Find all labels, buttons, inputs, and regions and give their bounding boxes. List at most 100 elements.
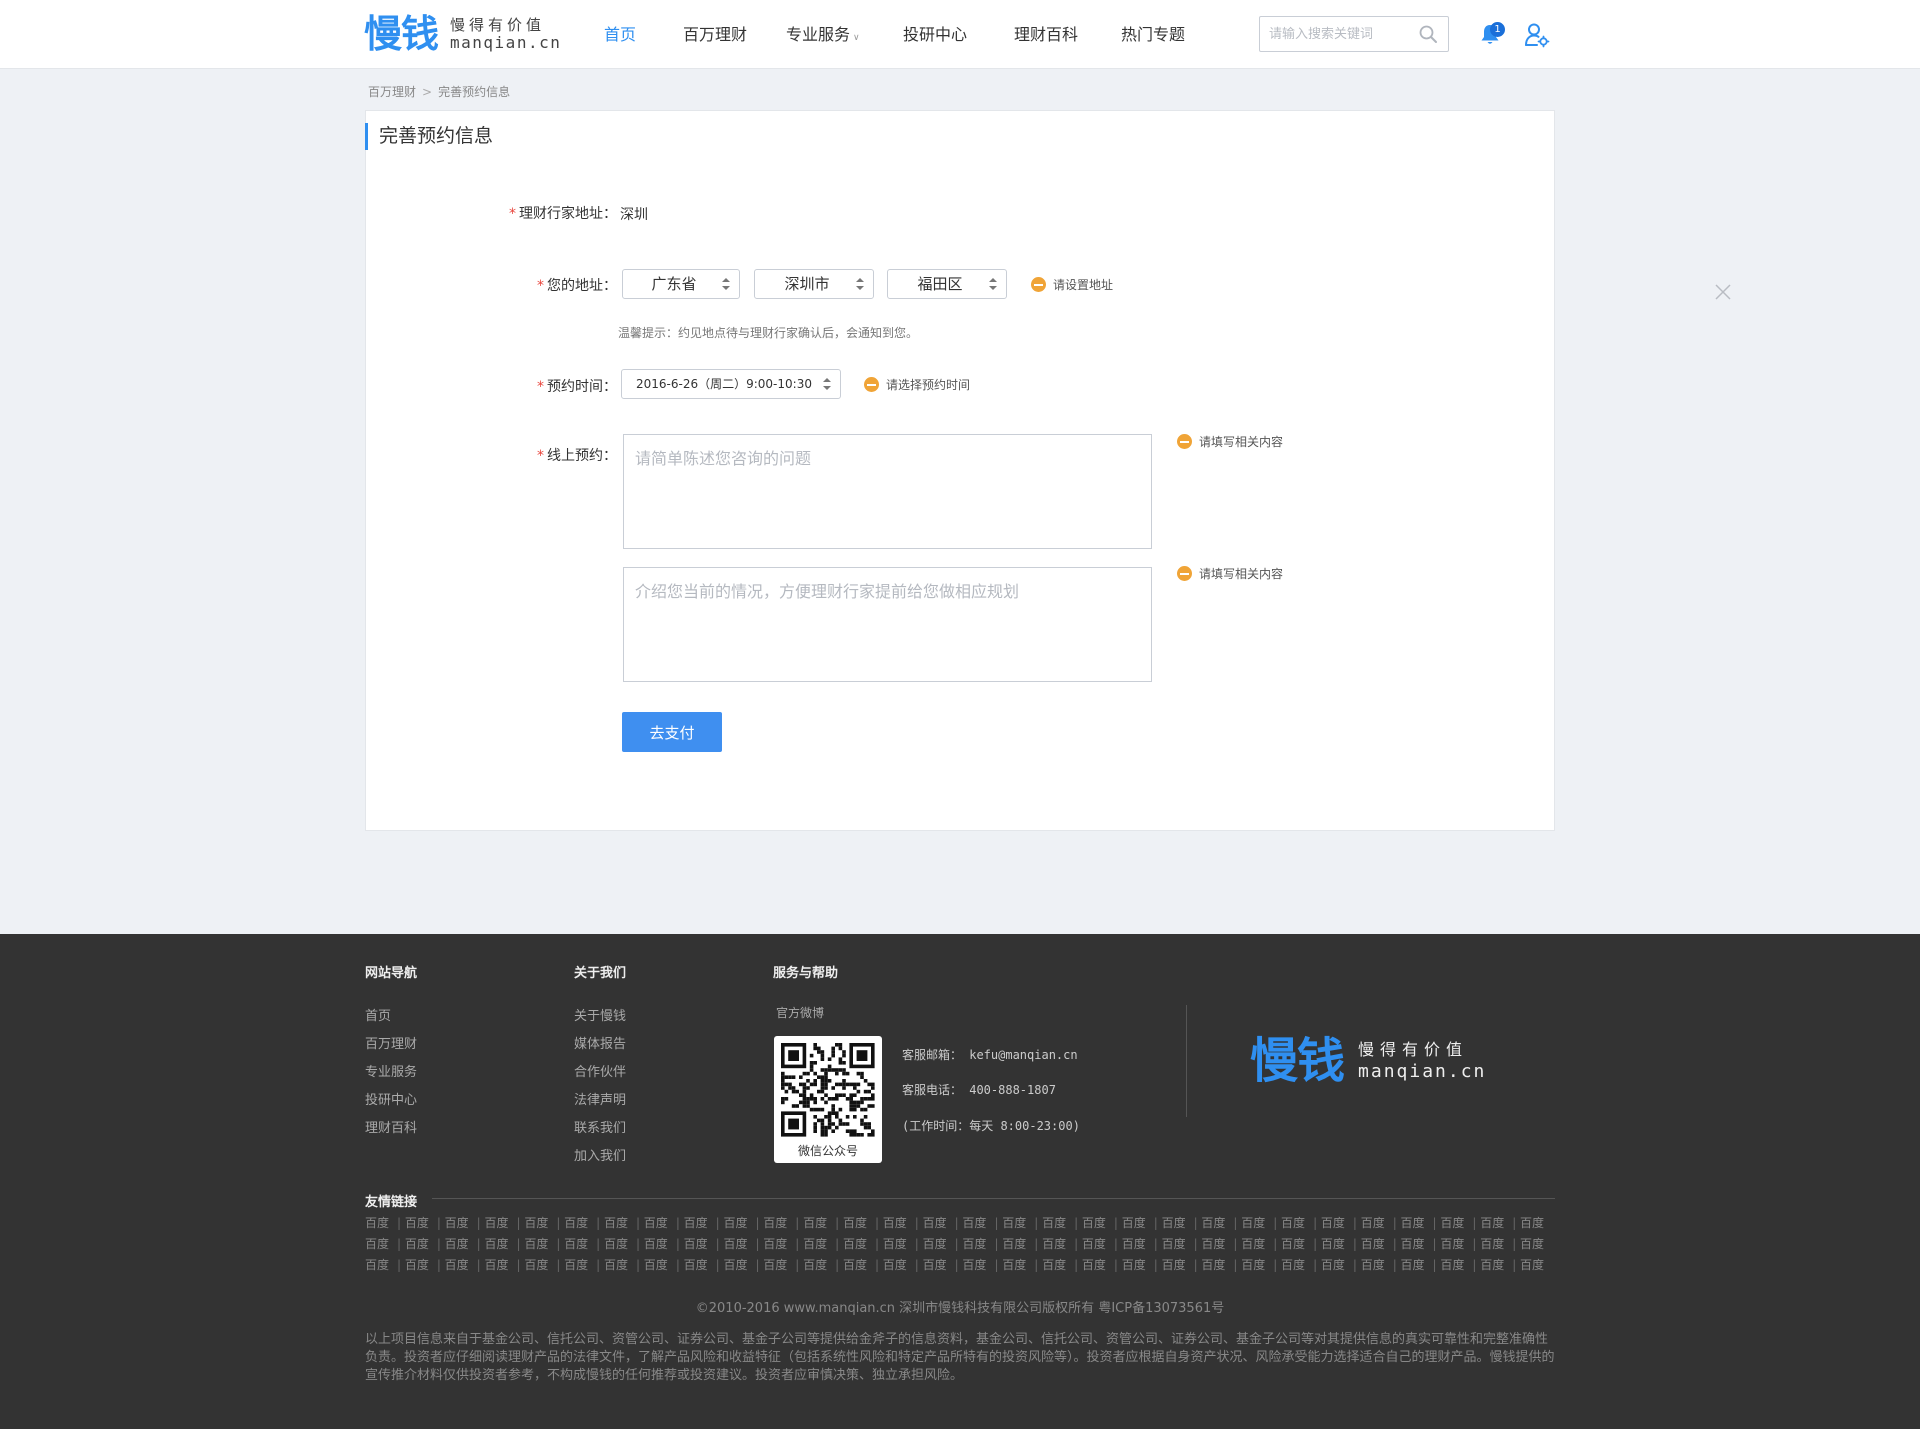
friend-link[interactable]: 百度 — [803, 1235, 843, 1256]
friend-link[interactable]: 百度 — [1002, 1235, 1042, 1256]
friend-link[interactable]: 百度 — [445, 1256, 485, 1277]
nav-item-encyclopedia[interactable]: 理财百科 — [1014, 0, 1078, 69]
friend-link[interactable]: 百度 — [1440, 1256, 1480, 1277]
nav-item-home[interactable]: 首页 — [604, 0, 636, 69]
friend-link[interactable]: 百度 — [405, 1235, 445, 1256]
friend-link[interactable]: 百度 — [843, 1235, 883, 1256]
friend-link[interactable]: 百度 — [405, 1256, 445, 1277]
friend-link[interactable]: 百度 — [1480, 1235, 1520, 1256]
friend-link[interactable]: 百度 — [1042, 1235, 1082, 1256]
city-select[interactable]: 深圳市 — [754, 269, 874, 299]
friend-link[interactable]: 百度 — [843, 1214, 883, 1235]
friend-link[interactable]: 百度 — [923, 1235, 963, 1256]
friend-link[interactable]: 百度 — [1321, 1235, 1361, 1256]
friend-link[interactable]: 百度 — [564, 1214, 604, 1235]
footer-about-link[interactable]: 关于慢钱 — [574, 1005, 626, 1024]
friend-link[interactable]: 百度 — [723, 1235, 763, 1256]
footer-about-link[interactable]: 联系我们 — [574, 1117, 626, 1136]
footer-about-link[interactable]: 合作伙伴 — [574, 1061, 626, 1080]
friend-link[interactable]: 百度 — [1162, 1214, 1202, 1235]
district-select[interactable]: 福田区 — [887, 269, 1007, 299]
search-icon[interactable] — [1418, 24, 1438, 44]
friend-link[interactable]: 百度 — [923, 1214, 963, 1235]
friend-link[interactable]: 百度 — [1122, 1214, 1162, 1235]
footer-about-link[interactable]: 加入我们 — [574, 1145, 626, 1164]
friend-link[interactable]: 百度 — [1281, 1235, 1321, 1256]
province-select[interactable]: 广东省 — [622, 269, 740, 299]
search-input[interactable] — [1260, 17, 1410, 51]
nav-item-pro-services[interactable]: 专业服务 ∨ — [786, 0, 860, 73]
friend-link[interactable]: 百度 — [644, 1214, 684, 1235]
friend-link[interactable]: 百度 — [644, 1256, 684, 1277]
friend-link[interactable]: 百度 — [1520, 1214, 1560, 1235]
friend-link[interactable]: 百度 — [684, 1235, 724, 1256]
friend-link[interactable]: 百度 — [723, 1256, 763, 1277]
friend-link[interactable]: 百度 — [843, 1256, 883, 1277]
friend-link[interactable]: 百度 — [604, 1235, 644, 1256]
friend-link[interactable]: 百度 — [1082, 1235, 1122, 1256]
friend-link[interactable]: 百度 — [1162, 1235, 1202, 1256]
friend-link[interactable]: 百度 — [1201, 1214, 1241, 1235]
footer-about-link[interactable]: 法律声明 — [574, 1089, 626, 1108]
friend-link[interactable]: 百度 — [1241, 1256, 1281, 1277]
pay-button[interactable]: 去支付 — [622, 712, 722, 752]
friend-link[interactable]: 百度 — [1361, 1214, 1401, 1235]
friend-link[interactable]: 百度 — [1520, 1256, 1560, 1277]
footer-nav-link[interactable]: 首页 — [365, 1005, 391, 1024]
weibo-link[interactable]: 官方微博 — [776, 1004, 824, 1021]
friend-link[interactable]: 百度 — [1122, 1256, 1162, 1277]
nav-item-hot-topics[interactable]: 热门专题 — [1121, 0, 1185, 69]
friend-link[interactable]: 百度 — [604, 1256, 644, 1277]
friend-link[interactable]: 百度 — [723, 1214, 763, 1235]
friend-link[interactable]: 百度 — [1201, 1235, 1241, 1256]
friend-link[interactable]: 百度 — [1361, 1256, 1401, 1277]
friend-link[interactable]: 百度 — [484, 1256, 524, 1277]
friend-link[interactable]: 百度 — [1480, 1256, 1520, 1277]
question-textarea[interactable] — [623, 434, 1152, 549]
friend-link[interactable]: 百度 — [883, 1256, 923, 1277]
friend-link[interactable]: 百度 — [365, 1256, 405, 1277]
friend-link[interactable]: 百度 — [763, 1256, 803, 1277]
footer-nav-link[interactable]: 专业服务 — [365, 1061, 417, 1080]
friend-link[interactable]: 百度 — [1401, 1214, 1441, 1235]
friend-link[interactable]: 百度 — [604, 1214, 644, 1235]
friend-link[interactable]: 百度 — [1082, 1256, 1122, 1277]
friend-link[interactable]: 百度 — [763, 1214, 803, 1235]
friend-link[interactable]: 百度 — [405, 1214, 445, 1235]
friend-link[interactable]: 百度 — [1440, 1214, 1480, 1235]
friend-link[interactable]: 百度 — [883, 1235, 923, 1256]
friend-link[interactable]: 百度 — [1122, 1235, 1162, 1256]
site-logo[interactable]: 慢钱 慢得有价值 manqian.cn — [364, 14, 561, 54]
friend-link[interactable]: 百度 — [803, 1214, 843, 1235]
friend-link[interactable]: 百度 — [524, 1214, 564, 1235]
friend-link[interactable]: 百度 — [1401, 1256, 1441, 1277]
friend-link[interactable]: 百度 — [1401, 1235, 1441, 1256]
friend-link[interactable]: 百度 — [564, 1256, 604, 1277]
friend-link[interactable]: 百度 — [1480, 1214, 1520, 1235]
friend-link[interactable]: 百度 — [1281, 1214, 1321, 1235]
situation-textarea[interactable] — [623, 567, 1152, 682]
friend-link[interactable]: 百度 — [484, 1214, 524, 1235]
friend-link[interactable]: 百度 — [962, 1256, 1002, 1277]
friend-link[interactable]: 百度 — [1440, 1235, 1480, 1256]
close-icon[interactable] — [1714, 283, 1732, 301]
friend-link[interactable]: 百度 — [684, 1256, 724, 1277]
friend-link[interactable]: 百度 — [1082, 1214, 1122, 1235]
friend-link[interactable]: 百度 — [883, 1214, 923, 1235]
friend-link[interactable]: 百度 — [1042, 1256, 1082, 1277]
friend-link[interactable]: 百度 — [564, 1235, 604, 1256]
friend-link[interactable]: 百度 — [524, 1235, 564, 1256]
friend-link[interactable]: 百度 — [1002, 1214, 1042, 1235]
friend-link[interactable]: 百度 — [763, 1235, 803, 1256]
footer-nav-link[interactable]: 投研中心 — [365, 1089, 417, 1108]
time-select[interactable]: 2016-6-26（周二）9:00-10:30 — [621, 369, 841, 399]
friend-link[interactable]: 百度 — [803, 1256, 843, 1277]
friend-link[interactable]: 百度 — [1361, 1235, 1401, 1256]
friend-link[interactable]: 百度 — [962, 1214, 1002, 1235]
friend-link[interactable]: 百度 — [1520, 1235, 1560, 1256]
friend-link[interactable]: 百度 — [962, 1235, 1002, 1256]
friend-link[interactable]: 百度 — [445, 1235, 485, 1256]
footer-nav-link[interactable]: 百万理财 — [365, 1033, 417, 1052]
friend-link[interactable]: 百度 — [1002, 1256, 1042, 1277]
friend-link[interactable]: 百度 — [1321, 1214, 1361, 1235]
